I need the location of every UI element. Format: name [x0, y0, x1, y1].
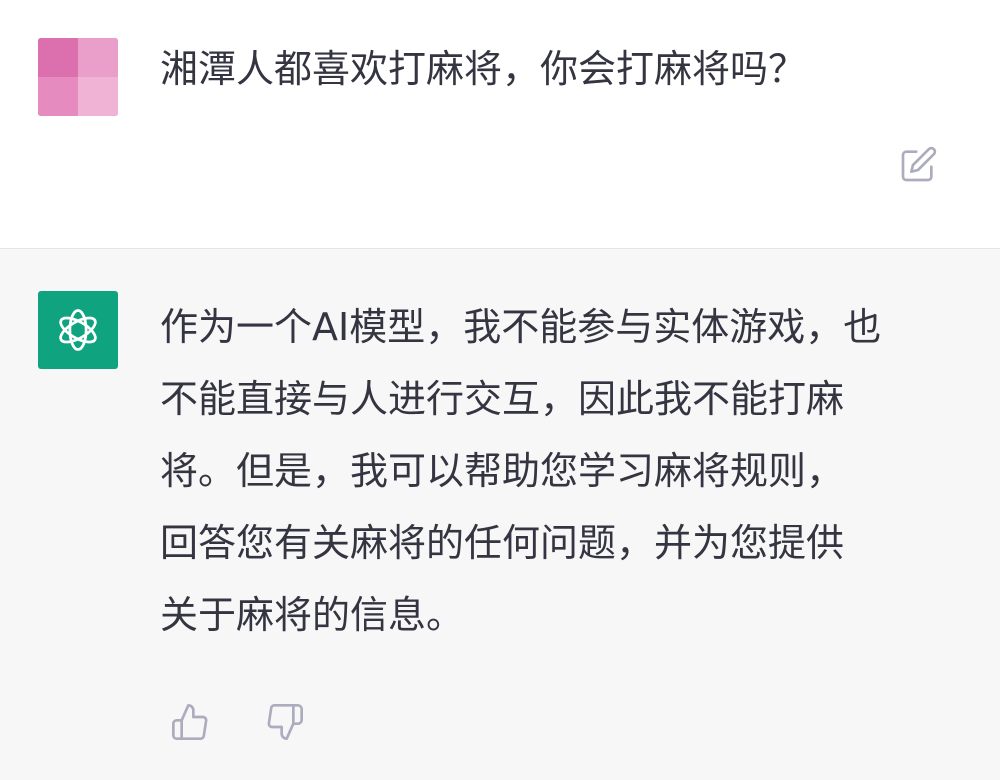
assistant-message-row: 作为一个AI模型，我不能参与实体游戏，也 不能直接与人进行交互，因此我不能打麻 … [0, 249, 1000, 780]
assistant-avatar [38, 291, 118, 369]
assistant-text-line: 回答您有关麻将的任何问题，并为您提供 [160, 521, 845, 565]
thumbs-down-icon [267, 704, 303, 740]
edit-icon [901, 146, 937, 182]
assistant-text-line: 作为一个AI模型，我不能参与实体游戏，也 [160, 305, 882, 349]
user-avatar [38, 38, 118, 116]
edit-message-button[interactable] [896, 143, 940, 187]
thumbs-down-button[interactable] [263, 700, 307, 744]
assistant-text-line: 将。但是，我可以帮助您学习麻将规则， [160, 449, 845, 493]
user-message-row: 湘潭人都喜欢打麻将，你会打麻将吗？ [0, 0, 1000, 248]
assistant-text-line: 不能直接与人进行交互，因此我不能打麻 [160, 377, 845, 421]
user-message-text: 湘潭人都喜欢打麻将，你会打麻将吗？ [160, 47, 807, 91]
openai-logo-icon [59, 309, 97, 351]
thumbs-up-button[interactable] [168, 700, 212, 744]
thumbs-up-icon [172, 704, 208, 740]
assistant-message-text: 作为一个AI模型，我不能参与实体游戏，也 不能直接与人进行交互，因此我不能打麻 … [160, 291, 960, 651]
assistant-text-line: 关于麻将的信息。 [160, 593, 465, 637]
